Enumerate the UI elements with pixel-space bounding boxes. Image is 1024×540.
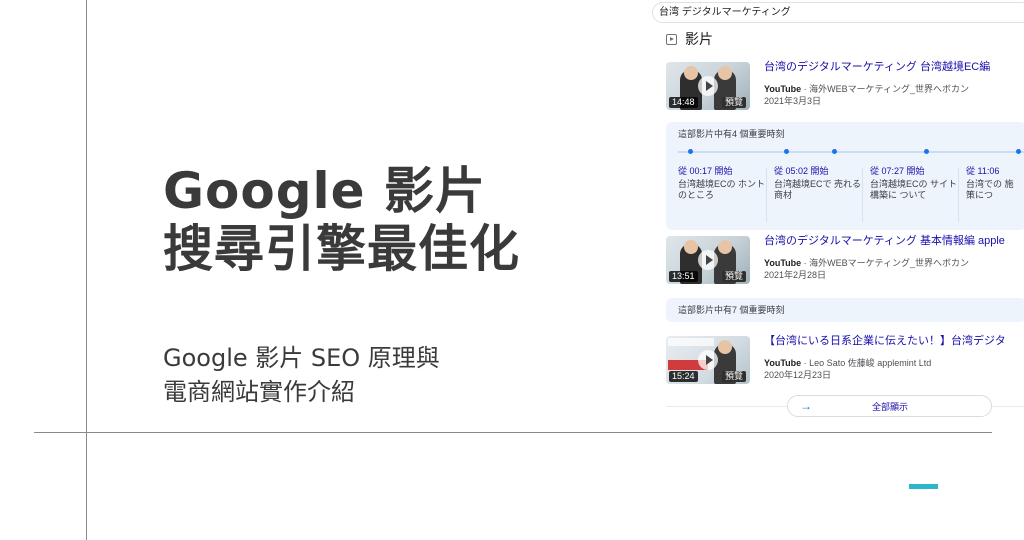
play-icon[interactable] <box>698 250 718 270</box>
key-moment-divider <box>958 168 959 222</box>
videos-section-header: 影片 <box>666 30 713 48</box>
key-moment-desc: 台湾での 施策につ <box>966 179 1014 200</box>
key-moments-panel[interactable]: 這部影片中有7 個重要時刻 <box>666 298 1024 322</box>
key-moment-desc: 台湾越境ECの サイト構築に ついて <box>870 179 958 200</box>
video-title-link[interactable]: 【台湾にいる日系企業に伝えたい！】台湾デジタ <box>764 334 1024 348</box>
key-moment-time: 從 05:02 開始 <box>774 166 829 176</box>
video-duration: 14:48 <box>669 97 698 108</box>
key-moment-item[interactable]: 從 07:27 開始 台湾越境ECの サイト構築に ついて <box>870 166 958 201</box>
arrow-right-icon: → <box>800 399 812 413</box>
key-moment-time: 從 00:17 開始 <box>678 166 733 176</box>
key-moment-time: 從 11:06 <box>966 166 1000 176</box>
key-moment-item[interactable]: 從 11:06 台湾での 施策につ <box>966 166 1024 201</box>
video-channel: · Leo Sato 佐藤峻 applemint Ltd <box>801 358 932 368</box>
video-source: YouTube · 海外WEBマーケティング_世界へボカン <box>764 257 969 269</box>
video-date: 2020年12月23日 <box>764 370 832 380</box>
videos-section-label: 影片 <box>685 31 713 47</box>
video-duration: 15:24 <box>669 371 698 382</box>
video-thumbnail[interactable]: 13:51 預覽 <box>666 236 750 284</box>
video-platform: YouTube <box>764 84 802 94</box>
key-moment-desc: 台湾越境ECの ホントのところ <box>678 179 766 200</box>
key-moment-divider <box>766 168 767 222</box>
thumbnail-head <box>718 240 732 254</box>
preview-badge: 預覽 <box>721 97 746 108</box>
preview-badge: 預覽 <box>721 271 746 282</box>
video-icon <box>666 33 677 45</box>
video-duration: 13:51 <box>669 271 698 282</box>
decorative-vertical-line <box>86 0 87 540</box>
slide-title: Google 影片 搜尋引擎最佳化 <box>163 162 633 278</box>
video-thumbnail[interactable]: 15:24 預覽 <box>666 336 750 384</box>
thumbnail-caption <box>668 338 714 346</box>
key-moments-header: 這部影片中有7 個重要時刻 <box>678 305 785 315</box>
key-moments-header: 這部影片中有4 個重要時刻 <box>678 129 785 139</box>
timeline-marker[interactable] <box>832 149 837 154</box>
key-moments-panel: 這部影片中有4 個重要時刻 從 00:17 開始 台湾越境ECの ホントのところ… <box>666 122 1024 230</box>
video-channel: · 海外WEBマーケティング_世界へボカン <box>801 258 969 268</box>
play-icon[interactable] <box>698 76 718 96</box>
video-platform: YouTube <box>764 258 802 268</box>
video-date: 2021年2月28日 <box>764 270 827 280</box>
timeline-marker[interactable] <box>1016 149 1021 154</box>
slide-subtitle-line-2: 電商網站實作介紹 <box>163 378 355 406</box>
play-icon[interactable] <box>698 350 718 370</box>
search-input[interactable]: 台湾 デジタルマーケティング <box>652 2 1024 23</box>
video-result-1[interactable]: 14:48 預覽 台湾のデジタルマーケティング 台湾越境EC編 YouTube … <box>666 60 1024 114</box>
video-source: YouTube · 海外WEBマーケティング_世界へボカン <box>764 83 969 95</box>
timeline-marker[interactable] <box>688 149 693 154</box>
thumbnail-head <box>684 66 698 80</box>
thumbnail-head <box>718 340 732 354</box>
decorative-horizontal-line <box>34 432 992 433</box>
video-source: YouTube · Leo Sato 佐藤峻 applemint Ltd <box>764 357 931 369</box>
key-moment-item[interactable]: 從 05:02 開始 台湾越境ECで 売れる商材 <box>774 166 862 201</box>
key-moments-timeline <box>678 149 1024 154</box>
video-date: 2021年3月3日 <box>764 96 822 106</box>
video-result-3[interactable]: 15:24 預覽 【台湾にいる日系企業に伝えたい！】台湾デジタ YouTube … <box>666 334 1024 388</box>
key-moment-divider <box>862 168 863 222</box>
key-moment-time: 從 07:27 開始 <box>870 166 925 176</box>
video-result-2[interactable]: 13:51 預覽 台湾のデジタルマーケティング 基本情報編 apple YouT… <box>666 234 1024 288</box>
video-thumbnail[interactable]: 14:48 預覽 <box>666 62 750 110</box>
show-all-label: 全部顯示 <box>872 402 909 412</box>
timeline-marker[interactable] <box>924 149 929 154</box>
slide-title-line-1: Google 影片 <box>163 162 486 220</box>
video-title-link[interactable]: 台湾のデジタルマーケティング 基本情報編 apple <box>764 234 1024 248</box>
show-all-button[interactable]: → 全部顯示 <box>787 395 992 417</box>
slide-subtitle-line-1: Google 影片 SEO 原理與 <box>163 344 440 372</box>
preview-badge: 預覽 <box>721 371 746 382</box>
slide-subtitle: Google 影片 SEO 原理與 電商網站實作介紹 <box>163 341 583 409</box>
timeline-marker[interactable] <box>784 149 789 154</box>
key-moment-desc: 台湾越境ECで 売れる商材 <box>774 179 862 200</box>
slide-title-line-2: 搜尋引擎最佳化 <box>163 220 520 278</box>
video-platform: YouTube <box>764 358 802 368</box>
video-title-link[interactable]: 台湾のデジタルマーケティング 台湾越境EC編 <box>764 60 1024 74</box>
accent-bar <box>909 484 938 489</box>
video-channel: · 海外WEBマーケティング_世界へボカン <box>801 84 969 94</box>
thumbnail-head <box>684 240 698 254</box>
thumbnail-head <box>718 66 732 80</box>
google-results-screenshot: 台湾 デジタルマーケティング 影片 14:48 預覽 台湾のデジタルマーケティン… <box>646 0 1024 420</box>
key-moment-item[interactable]: 從 00:17 開始 台湾越境ECの ホントのところ <box>678 166 766 201</box>
